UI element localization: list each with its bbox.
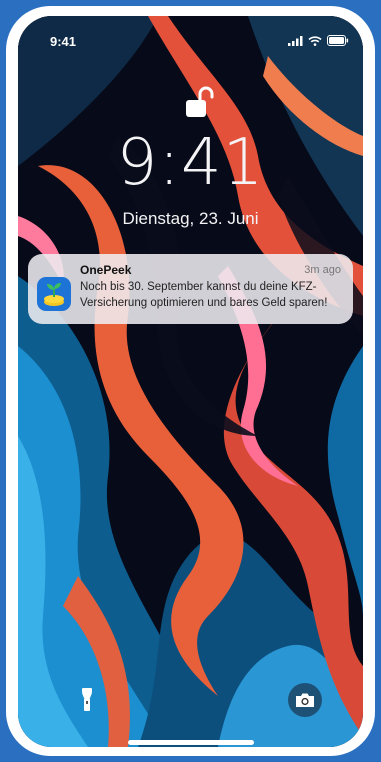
status-bar-time: 9:41 bbox=[50, 34, 77, 49]
flashlight-icon bbox=[82, 688, 92, 711]
home-indicator[interactable] bbox=[128, 740, 254, 745]
battery-icon bbox=[327, 35, 349, 46]
cellular-signal-icon bbox=[288, 35, 303, 46]
notification-app-name: OnePeek bbox=[80, 263, 132, 277]
camera-button[interactable] bbox=[288, 683, 322, 717]
wifi-icon bbox=[308, 35, 322, 46]
camera-icon bbox=[296, 693, 314, 707]
flashlight-button[interactable] bbox=[70, 683, 104, 717]
notification-message: Noch bis 30. September kannst du deine K… bbox=[80, 281, 328, 309]
lock-screen-date: Dienstag, 23. Juni bbox=[122, 209, 259, 228]
notification-timestamp: 3m ago bbox=[304, 264, 341, 276]
notification-card[interactable]: OnePeek 3m ago Noch bis 30. September ka… bbox=[28, 254, 353, 324]
lock-screen-clock: 9:41 bbox=[116, 126, 265, 200]
lock-screen: 9:41 9:41 Dienstag, 23. Juni OnePeek 3m … bbox=[18, 16, 363, 747]
status-bar-icons bbox=[288, 35, 349, 46]
sprout-coin-icon bbox=[37, 277, 71, 311]
unlocked-padlock-icon bbox=[186, 86, 214, 117]
